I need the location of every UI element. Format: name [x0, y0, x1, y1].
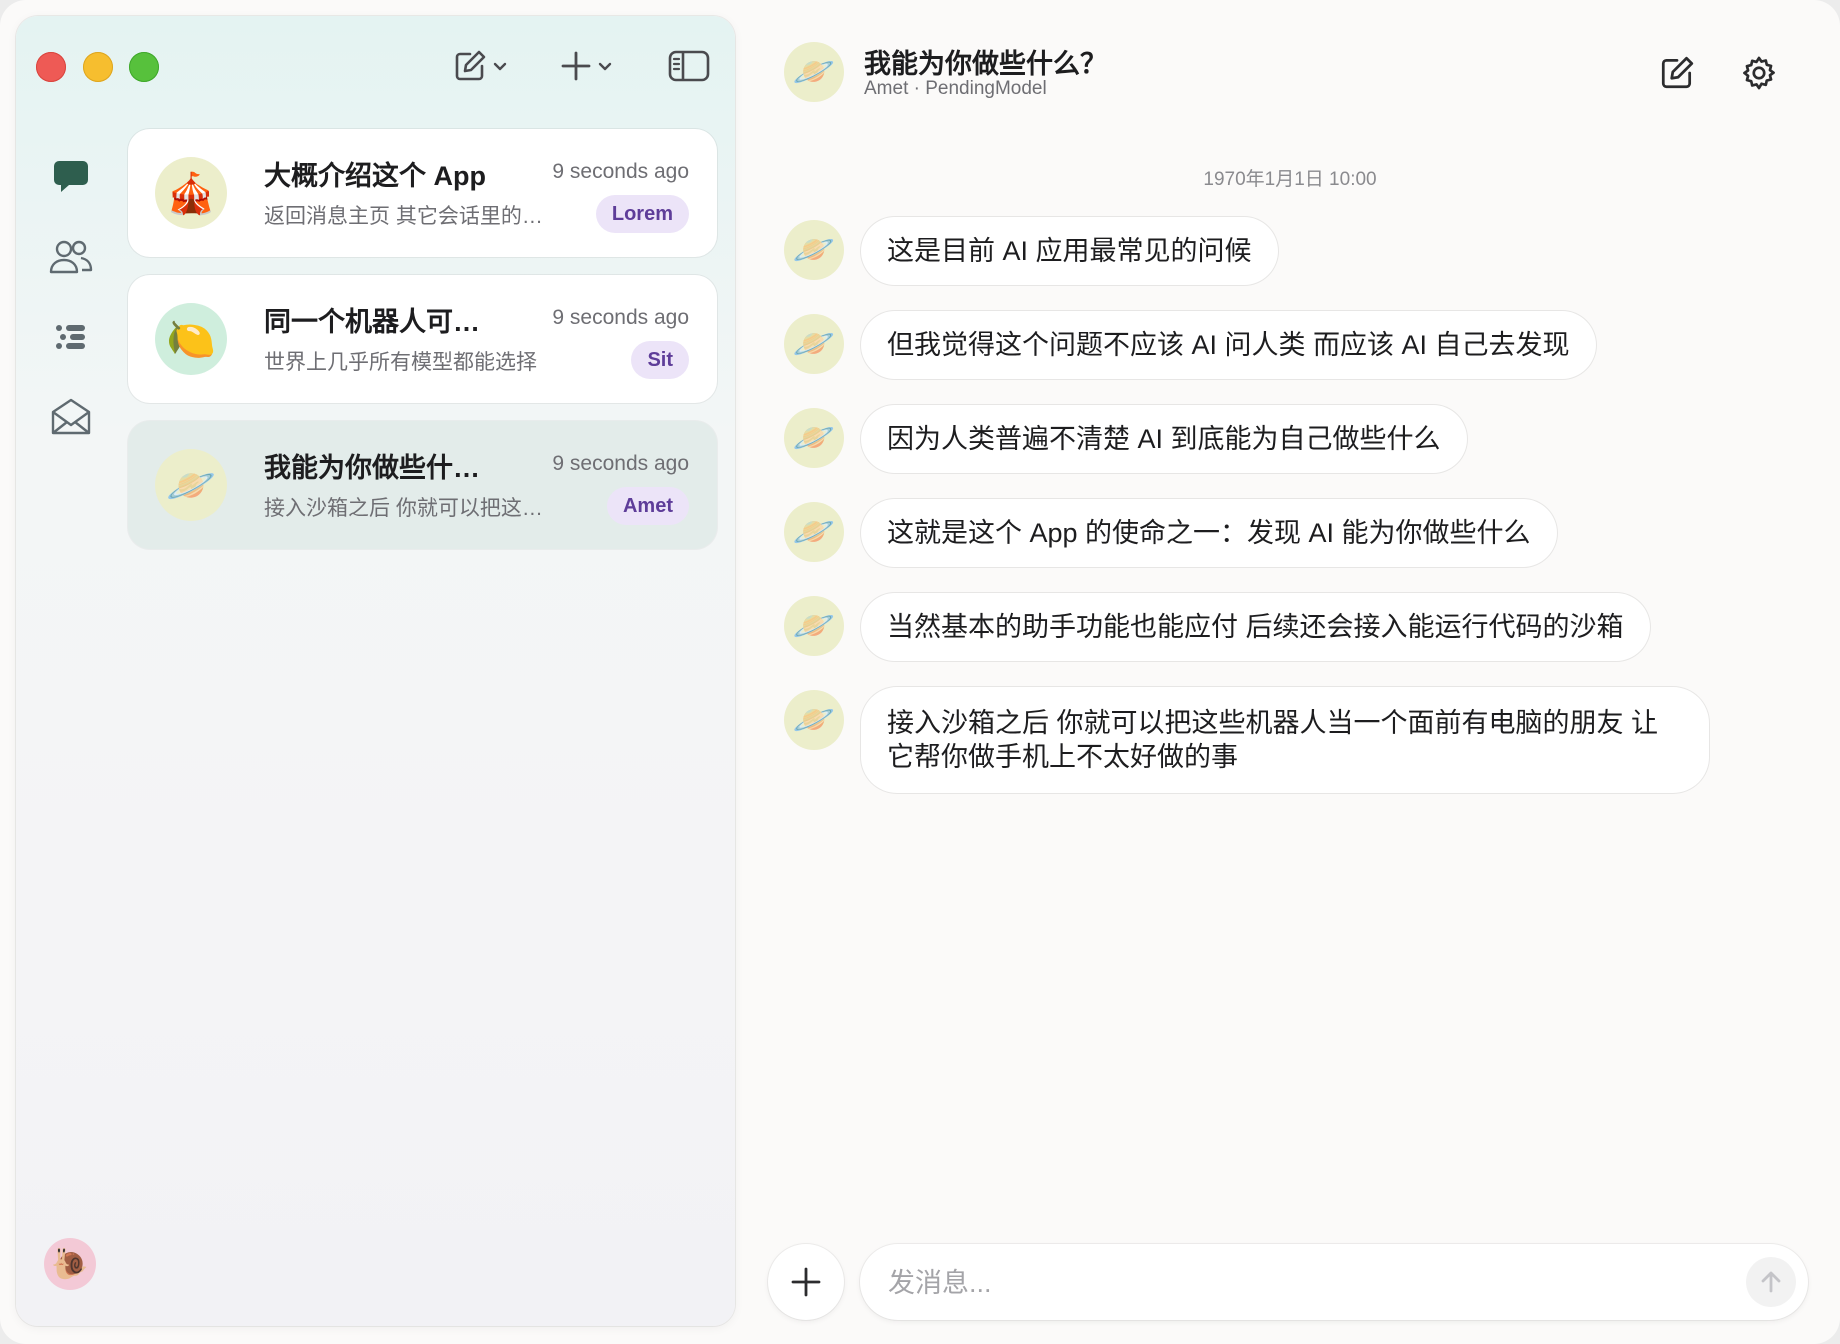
planet-icon: 🪐 [792, 325, 836, 363]
attach-button[interactable] [768, 1244, 844, 1320]
message-timestamp: 1970年1月1日 10:00 [1203, 169, 1377, 190]
toggle-sidebar-button[interactable] [668, 46, 710, 86]
plus-icon [791, 1267, 821, 1297]
compose-icon [1661, 56, 1694, 89]
bot-badge: Sit [631, 341, 689, 379]
nav-contacts[interactable] [48, 234, 94, 280]
conversation-time: 9 seconds ago [552, 160, 689, 183]
settings-button[interactable] [1736, 50, 1782, 96]
message-input[interactable] [886, 1244, 1710, 1322]
chat-title: 我能为你做些什么？ [864, 49, 1107, 79]
conversation-item[interactable]: 🍋 同一个机器人可以有多个会话 9 seconds ago 世界上几乎所有模型都… [128, 275, 717, 403]
message-bubble: 这就是这个 App 的使命之一：发现 AI 能为你做些什么 [861, 499, 1557, 567]
chat-subtitle: Amet · PendingModel [864, 78, 1047, 99]
user-avatar[interactable]: 🐌 [44, 1238, 96, 1290]
sidebar: 🎪 大概介绍这个 App 9 seconds ago 返回消息主页 其它会话里的… [16, 16, 735, 1326]
planet-icon: 🪐 [792, 513, 836, 551]
planet-icon: 🪐 [792, 607, 836, 645]
chat-bubble-icon [54, 161, 88, 192]
conversation-item[interactable]: 🎪 大概介绍这个 App 9 seconds ago 返回消息主页 其它会话里的… [128, 129, 717, 257]
nav-tasks[interactable] [48, 314, 94, 360]
message-bubble: 但我觉得这个问题不应该 AI 问人类 而应该 AI 自己去发现 [861, 311, 1596, 379]
nav-chats[interactable] [48, 154, 94, 200]
bot-avatar: 🍋 [155, 303, 227, 375]
message-bubble: 当然基本的助手功能也能应付 后续还会接入能运行代码的沙箱 [861, 593, 1650, 661]
bot-avatar: 🎪 [155, 157, 227, 229]
arrow-up-icon [1761, 1271, 1781, 1293]
plus-icon [561, 51, 591, 81]
zoom-window-button[interactable] [129, 52, 159, 82]
conversation-item-active[interactable]: 🪐 我能为你做些什么？ 9 seconds ago 接入沙箱之后 你就可以把这些… [128, 421, 717, 549]
new-chat-button[interactable] [1654, 50, 1700, 96]
new-chat-menu-button[interactable] [452, 46, 508, 86]
message-avatar[interactable]: 🪐 [784, 408, 844, 468]
bot-badge: Lorem [595, 195, 689, 233]
snail-icon: 🐌 [51, 1247, 89, 1281]
message-bubble: 接入沙箱之后 你就可以把这些机器人当一个面前有电脑的朋友 让它帮你做手机上不太好… [861, 687, 1709, 793]
message-avatar[interactable]: 🪐 [784, 220, 844, 280]
add-menu-button[interactable] [559, 46, 613, 86]
gear-icon [1743, 56, 1775, 90]
message-avatar[interactable]: 🪐 [784, 596, 844, 656]
conversation-preview: 世界上几乎所有模型都能选择 [264, 351, 537, 374]
bot-badge: Amet [606, 487, 689, 525]
planet-icon: 🪐 [166, 463, 216, 508]
planet-icon: 🪐 [792, 419, 836, 457]
minimize-window-button[interactable] [83, 52, 113, 82]
app-window: 🎪 大概介绍这个 App 9 seconds ago 返回消息主页 其它会话里的… [0, 0, 1840, 1344]
conversation-time: 9 seconds ago [552, 306, 689, 329]
chevron-down-icon [598, 62, 612, 71]
conversation-title: 同一个机器人可以有多个会话 [264, 307, 490, 337]
conversation-preview: 返回消息主页 其它会话里的消息 [264, 205, 554, 228]
planet-icon: 🪐 [792, 701, 836, 739]
conversation-title: 我能为你做些什么？ [264, 453, 490, 483]
lemon-icon: 🍋 [166, 317, 216, 362]
planet-icon: 🪐 [792, 231, 836, 269]
compose-icon [455, 50, 486, 81]
conversation-preview: 接入沙箱之后 你就可以把这些机器人 [264, 497, 554, 520]
message-avatar[interactable]: 🪐 [784, 502, 844, 562]
bot-avatar: 🪐 [155, 449, 227, 521]
message-bubble: 因为人类普遍不清楚 AI 到底能为自己做些什么 [861, 405, 1467, 473]
close-window-button[interactable] [36, 52, 66, 82]
circus-tent-icon: 🎪 [166, 171, 216, 216]
sidebar-toggle-icon [668, 50, 710, 82]
chat-bot-avatar[interactable]: 🪐 [784, 42, 844, 102]
message-avatar[interactable]: 🪐 [784, 690, 844, 750]
envelope-open-icon [51, 398, 91, 435]
nav-inbox[interactable] [48, 394, 94, 440]
conversation-time: 9 seconds ago [552, 452, 689, 475]
chevron-down-icon [493, 62, 507, 71]
message-composer [860, 1244, 1808, 1322]
people-icon [49, 240, 93, 274]
message-avatar[interactable]: 🪐 [784, 314, 844, 374]
list-icon [56, 325, 85, 349]
message-bubble: 这是目前 AI 应用最常见的问候 [861, 217, 1278, 285]
planet-icon: 🪐 [792, 53, 836, 91]
send-button[interactable] [1746, 1257, 1796, 1307]
conversation-title: 大概介绍这个 App [264, 161, 486, 191]
